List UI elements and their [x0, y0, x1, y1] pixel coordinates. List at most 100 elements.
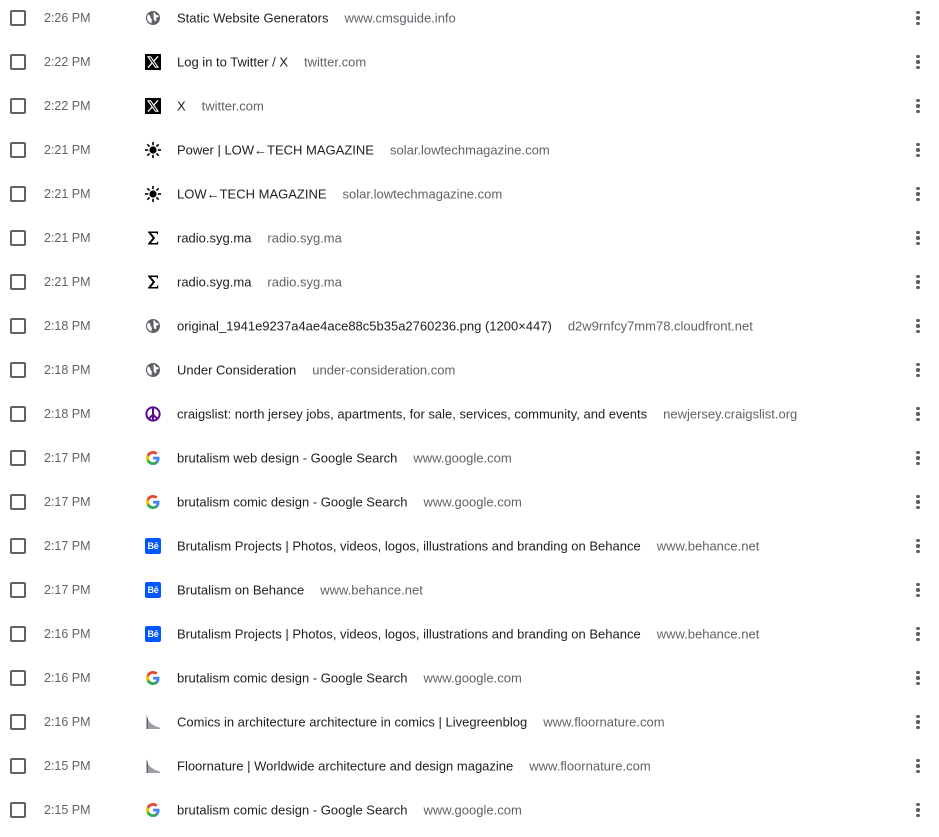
history-entry[interactable]: 2:15 PM Floornature | Worldwide architect… [0, 744, 939, 788]
more-actions-icon[interactable] [910, 448, 926, 468]
more-actions-icon[interactable] [910, 360, 926, 380]
more-actions-icon[interactable] [910, 52, 926, 72]
history-link[interactable]: Power | LOW←TECH MAGAZINE solar.lowtechma… [177, 143, 550, 158]
history-entry[interactable]: 2:18 PM craigslist: north jersey jobs, ap… [0, 392, 939, 436]
select-checkbox[interactable] [10, 318, 26, 334]
history-entry[interactable]: 2:16 PM Comics in architecture architectu… [0, 700, 939, 744]
select-checkbox[interactable] [10, 626, 26, 642]
history-link[interactable]: brutalism web design - Google Search www.… [177, 451, 512, 466]
visit-time: 2:21 PM [44, 143, 91, 157]
more-actions-icon[interactable] [910, 756, 926, 776]
select-checkbox[interactable] [10, 494, 26, 510]
history-link[interactable]: Brutalism Projects | Photos, videos, log… [177, 627, 759, 642]
select-checkbox[interactable] [10, 714, 26, 730]
visit-time: 2:16 PM [44, 627, 91, 641]
select-checkbox[interactable] [10, 802, 26, 818]
page-title[interactable]: brutalism comic design - Google Search [177, 495, 408, 510]
history-entry[interactable]: 2:16 PM brutalism comic design - Google S… [0, 656, 939, 700]
select-checkbox[interactable] [10, 274, 26, 290]
history-link[interactable]: radio.syg.ma radio.syg.ma [177, 231, 342, 246]
page-domain: solar.lowtechmagazine.com [389, 142, 550, 158]
history-entry[interactable]: 2:21 PM Power | LOW←TECH MAGAZINE solar.lo… [0, 128, 939, 172]
page-title[interactable]: original_1941e9237a4ae4ace88c5b35a276023… [177, 319, 552, 334]
history-link[interactable]: Brutalism on Behance www.behance.net [177, 583, 423, 598]
select-checkbox[interactable] [10, 758, 26, 774]
select-checkbox[interactable] [10, 10, 26, 26]
history-link[interactable]: Static Website Generators www.cmsguide.in… [177, 11, 456, 26]
history-entry[interactable]: 2:17 PM Bē Brutalism Projects | Photos, vi… [0, 524, 939, 568]
history-entry[interactable]: 2:18 PM original_1941e9237a4ae4ace88c5b35… [0, 304, 939, 348]
more-actions-icon[interactable] [910, 96, 926, 116]
more-actions-icon[interactable] [910, 404, 926, 424]
history-entry[interactable]: 2:22 PM Log in to Twitter / X twitter.com [0, 40, 939, 84]
page-title[interactable]: brutalism comic design - Google Search [177, 803, 408, 818]
history-entry[interactable]: 2:17 PM brutalism web design - Google Sea… [0, 436, 939, 480]
page-title[interactable]: Brutalism Projects | Photos, videos, log… [177, 539, 641, 554]
more-actions-icon[interactable] [910, 316, 926, 336]
select-checkbox[interactable] [10, 54, 26, 70]
history-link[interactable]: LOW←TECH MAGAZINE solar.lowtechmagazine.c… [177, 187, 502, 202]
more-actions-icon[interactable] [910, 668, 926, 688]
history-entry[interactable]: 2:21 PM radio.syg.ma radio.syg.ma [0, 260, 939, 304]
select-checkbox[interactable] [10, 538, 26, 554]
history-entry[interactable]: 2:15 PM brutalism comic design - Google S… [0, 788, 939, 832]
history-link[interactable]: Brutalism Projects | Photos, videos, log… [177, 539, 759, 554]
select-checkbox[interactable] [10, 142, 26, 158]
history-entry[interactable]: 2:16 PM Bē Brutalism Projects | Photos, vi… [0, 612, 939, 656]
select-checkbox[interactable] [10, 98, 26, 114]
select-checkbox[interactable] [10, 362, 26, 378]
more-actions-icon[interactable] [910, 8, 926, 28]
history-entry[interactable]: 2:21 PM LOW←TECH MAGAZINE solar.lowtechmag… [0, 172, 939, 216]
page-title[interactable]: craigslist: north jersey jobs, apartment… [177, 407, 647, 422]
page-title[interactable]: radio.syg.ma [177, 275, 251, 290]
history-link[interactable]: brutalism comic design - Google Search ww… [177, 803, 522, 818]
page-title[interactable]: brutalism comic design - Google Search [177, 671, 408, 686]
more-actions-icon[interactable] [910, 800, 926, 820]
page-title[interactable]: X [177, 99, 186, 114]
more-actions-icon[interactable] [910, 536, 926, 556]
more-actions-icon[interactable] [910, 580, 926, 600]
visit-time: 2:18 PM [44, 407, 91, 421]
more-actions-icon[interactable] [910, 140, 926, 160]
more-actions-icon[interactable] [910, 184, 926, 204]
more-actions-icon[interactable] [910, 624, 926, 644]
select-checkbox[interactable] [10, 186, 26, 202]
page-title[interactable]: Brutalism Projects | Photos, videos, log… [177, 627, 641, 642]
history-entry[interactable]: 2:17 PM brutalism comic design - Google S… [0, 480, 939, 524]
history-link[interactable]: Comics in architecture architecture in c… [177, 715, 665, 730]
page-title[interactable]: Under Consideration [177, 363, 296, 378]
history-link[interactable]: original_1941e9237a4ae4ace88c5b35a276023… [177, 319, 753, 334]
page-title[interactable]: Floornature | Worldwide architecture and… [177, 759, 513, 774]
history-link[interactable]: Floornature | Worldwide architecture and… [177, 759, 651, 774]
select-checkbox[interactable] [10, 450, 26, 466]
history-link[interactable]: Xtwitter.com [177, 99, 264, 114]
page-title[interactable]: Static Website Generators [177, 11, 329, 26]
select-checkbox[interactable] [10, 582, 26, 598]
history-entry[interactable]: 2:26 PM Static Website Generators www.cmsg… [0, 0, 939, 40]
page-title[interactable]: LOW←TECH MAGAZINE [177, 187, 327, 202]
page-title[interactable]: brutalism web design - Google Search [177, 451, 397, 466]
page-title[interactable]: Log in to Twitter / X [177, 55, 288, 70]
history-entry[interactable]: 2:22 PM Xtwitter.com [0, 84, 939, 128]
history-link[interactable]: brutalism comic design - Google Search ww… [177, 671, 522, 686]
visit-time: 2:22 PM [44, 55, 91, 69]
history-entry[interactable]: 2:17 PM Bē Brutalism on Behance www.behance… [0, 568, 939, 612]
history-link[interactable]: Under Consideration under-consideration.c… [177, 363, 455, 378]
select-checkbox[interactable] [10, 230, 26, 246]
page-title[interactable]: Power | LOW←TECH MAGAZINE [177, 143, 374, 158]
history-link[interactable]: brutalism comic design - Google Search ww… [177, 495, 522, 510]
more-actions-icon[interactable] [910, 492, 926, 512]
history-link[interactable]: Log in to Twitter / X twitter.com [177, 55, 366, 70]
select-checkbox[interactable] [10, 670, 26, 686]
more-actions-icon[interactable] [910, 272, 926, 292]
more-actions-icon[interactable] [910, 228, 926, 248]
select-checkbox[interactable] [10, 406, 26, 422]
page-title[interactable]: Brutalism on Behance [177, 583, 304, 598]
page-title[interactable]: Comics in architecture architecture in c… [177, 715, 527, 730]
history-entry[interactable]: 2:18 PM Under Consideration under-consider… [0, 348, 939, 392]
history-entry[interactable]: 2:21 PM radio.syg.ma radio.syg.ma [0, 216, 939, 260]
history-link[interactable]: radio.syg.ma radio.syg.ma [177, 275, 342, 290]
more-actions-icon[interactable] [910, 712, 926, 732]
history-link[interactable]: craigslist: north jersey jobs, apartment… [177, 407, 797, 422]
page-title[interactable]: radio.syg.ma [177, 231, 251, 246]
